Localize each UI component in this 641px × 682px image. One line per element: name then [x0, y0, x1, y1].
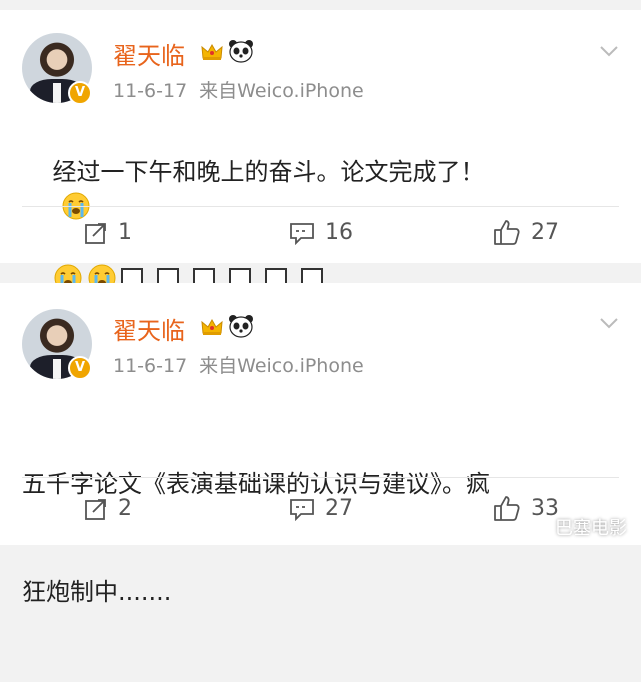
comment-icon [290, 498, 314, 521]
repost-icon [85, 222, 106, 244]
weibo-post-2: V 翟天临 11-6-17 来自Weico.iPhone 五千字论文《表演基础课的… [0, 283, 641, 606]
avatar-shirt [53, 359, 61, 379]
avatar-shirt [53, 83, 61, 103]
comment-count: 16 [325, 220, 353, 245]
user-name[interactable]: 翟天临 [113, 36, 185, 71]
post-meta: 11-6-17 来自Weico.iPhone [113, 76, 364, 103]
post-meta: 11-6-17 来自Weico.iPhone [113, 351, 364, 378]
chevron-down-icon[interactable] [599, 316, 619, 330]
repost-button[interactable]: 1 [84, 220, 132, 245]
divider [22, 477, 619, 478]
comment-button[interactable]: 16 [289, 220, 353, 245]
like-button[interactable]: 33 [493, 494, 559, 522]
post-source[interactable]: 来自Weico.iPhone [199, 80, 364, 102]
repost-count: 1 [118, 220, 132, 245]
panda-icon [229, 40, 253, 63]
post-source[interactable]: 来自Weico.iPhone [199, 355, 364, 377]
like-count: 27 [531, 219, 559, 245]
thumbs-up-icon [494, 220, 520, 245]
thumbs-up-icon [494, 496, 520, 521]
user-name[interactable]: 翟天临 [113, 311, 185, 346]
repost-button[interactable]: 2 [84, 496, 132, 521]
post-time: 11-6-17 [113, 80, 188, 102]
crown-icon [201, 43, 223, 60]
repost-icon [85, 498, 106, 520]
watermark: 巴塞电影 [555, 518, 627, 539]
post-content: 五千字论文《表演基础课的认识与建议》。疯 狂炮制中....... [22, 394, 619, 682]
like-button[interactable]: 27 [493, 218, 559, 246]
post-text-line-2: 狂炮制中....... [22, 578, 172, 606]
verified-badge-icon: V [68, 81, 92, 105]
weibo-post-1: V 翟天临 11-6-17 来自Weico.iPhone 经过一下午和晚上的奋斗。… [0, 10, 641, 292]
comment-icon [290, 222, 314, 245]
comment-button[interactable]: 27 [289, 496, 353, 521]
comment-count: 27 [325, 496, 353, 521]
verified-badge-icon: V [68, 356, 92, 380]
post-text: 经过一下午和晚上的奋斗。论文完成了！ [52, 158, 485, 186]
post-time: 11-6-17 [113, 355, 188, 377]
crown-icon [201, 318, 223, 335]
divider [22, 206, 619, 207]
chevron-down-icon[interactable] [599, 44, 619, 58]
panda-icon [229, 315, 253, 338]
repost-count: 2 [118, 496, 132, 521]
